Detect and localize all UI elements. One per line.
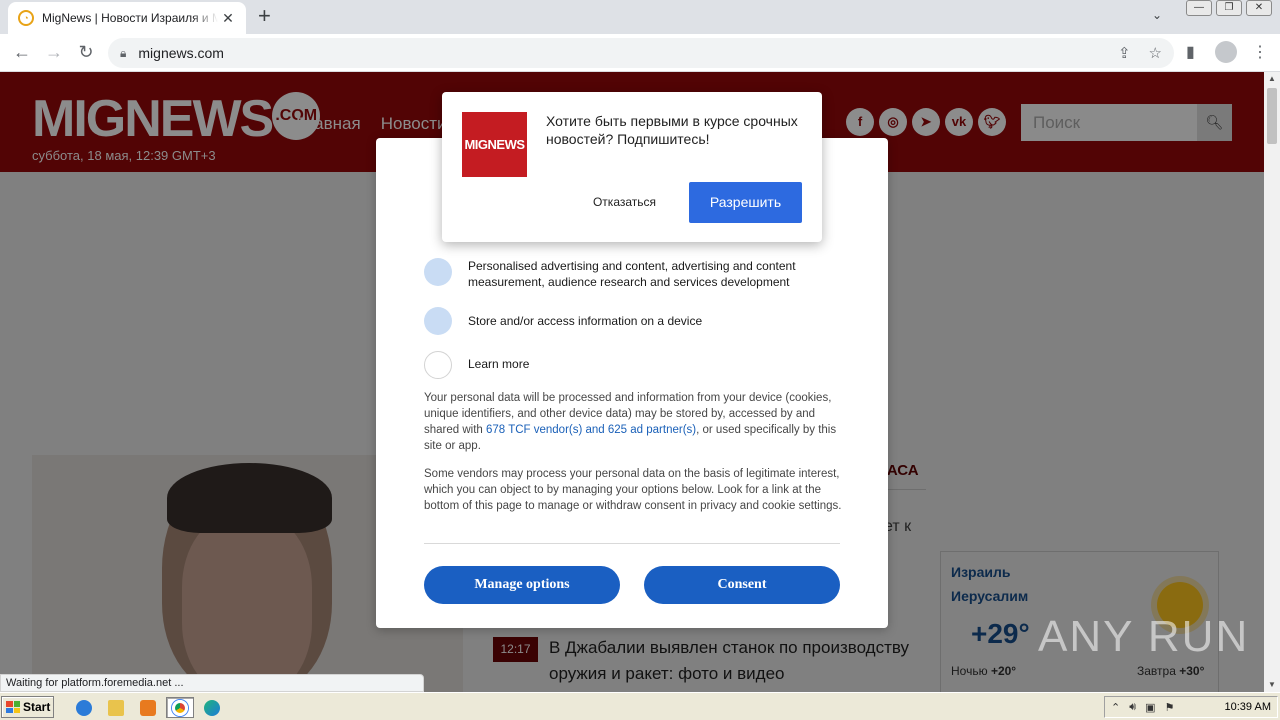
anyrun-watermark: ANY RUN	[1038, 612, 1250, 661]
tray-expand-icon[interactable]: ⌃	[1111, 701, 1120, 714]
tab-title: MigNews | Новости Израиля и Мира	[42, 11, 218, 25]
profile-avatar[interactable]	[1215, 41, 1237, 63]
purpose-icon	[424, 258, 452, 286]
purpose-item: Personalised advertising and content, ad…	[424, 258, 838, 290]
consent-paragraph-2: Some vendors may process your personal d…	[424, 468, 842, 512]
forward-arrow-icon[interactable]: →	[43, 42, 65, 62]
push-logo: MIGNEWS	[462, 112, 527, 177]
vendors-link[interactable]: 678 TCF vendor(s) and 625 ad partner(s)	[486, 424, 696, 436]
weather-city[interactable]: Иерусалим	[951, 588, 1028, 604]
push-message: Хотите быть первыми в курсе срочных ново…	[546, 113, 798, 147]
chrome-icon[interactable]	[166, 697, 194, 718]
clock[interactable]: 10:39 AM	[1225, 701, 1271, 713]
volume-icon[interactable]: 🔊︎	[1129, 701, 1136, 714]
main-menu: Главная Новости	[296, 114, 447, 134]
purpose-text: Personalised advertising and content, ad…	[468, 259, 796, 289]
push-subscribe-prompt: MIGNEWS Хотите быть первыми в курсе сроч…	[442, 92, 822, 242]
network-icon[interactable]: ▣	[1145, 701, 1155, 714]
consent-button[interactable]: Consent	[644, 566, 840, 604]
ie-icon[interactable]	[70, 697, 98, 718]
tomorrow-label: Завтра	[1137, 664, 1176, 678]
browser-toolbar: ← → ↻ 🔒︎ mignews.com ⇪ ☆ ▮ ⋮	[0, 34, 1280, 72]
search-icon[interactable]: 🔍︎	[1197, 104, 1232, 141]
page-scrollbar[interactable]: ▲ ▼	[1264, 72, 1280, 692]
night-label: Ночью	[951, 664, 988, 678]
night-temp: +20°	[990, 664, 1017, 678]
minimize-button[interactable]: —	[1186, 0, 1212, 16]
tab-close-icon[interactable]: ✕	[220, 10, 236, 27]
start-label: Start	[23, 700, 51, 714]
screen: ◔ MigNews | Новости Израиля и Мира ✕ + ⌄…	[0, 0, 1280, 720]
search-input[interactable]	[1021, 104, 1197, 141]
news-time: 12:17	[493, 637, 538, 662]
scroll-thumb[interactable]	[1267, 88, 1277, 144]
weather-temperature: +29°	[971, 618, 1030, 649]
close-window-button[interactable]: ✕	[1246, 0, 1272, 16]
scroll-up-icon[interactable]: ▲	[1264, 72, 1280, 86]
info-icon	[424, 351, 452, 379]
learn-more-link[interactable]: Learn more	[468, 351, 838, 372]
tab-search-chevron-icon[interactable]: ⌄	[1152, 8, 1162, 22]
learn-more-item[interactable]: Learn more	[424, 351, 838, 379]
menu-item-news[interactable]: Новости	[381, 114, 447, 134]
scroll-down-icon[interactable]: ▼	[1264, 678, 1280, 692]
telegram-icon[interactable]: ➤	[912, 108, 940, 136]
consent-divider	[424, 543, 840, 544]
restore-button[interactable]: ❐	[1216, 0, 1242, 16]
browser-tabbar: ◔ MigNews | Новости Израиля и Мира ✕ + ⌄…	[0, 0, 1280, 34]
purpose-text: Store and/or access information on a dev…	[468, 314, 703, 328]
action-center-flag-icon[interactable]: ⚑	[1165, 701, 1175, 714]
browser-tab[interactable]: ◔ MigNews | Новости Израиля и Мира ✕	[8, 2, 246, 34]
manage-options-button[interactable]: Manage options	[424, 566, 620, 604]
side-panel-icon[interactable]: ▮	[1186, 42, 1195, 62]
edge-icon[interactable]	[198, 697, 226, 718]
twitter-icon[interactable]: 🐦︎	[978, 108, 1006, 136]
news-title-fragment[interactable]: ет к	[884, 518, 911, 536]
window-controls: — ❐ ✕	[1186, 0, 1272, 16]
vk-icon[interactable]: vk	[945, 108, 973, 136]
bookmark-star-icon[interactable]: ☆	[1149, 44, 1162, 62]
photo-face	[182, 515, 312, 692]
weather-country[interactable]: Израиль	[951, 564, 1010, 580]
logo-text: MIGNEWS	[32, 90, 274, 148]
deny-button[interactable]: Отказаться	[592, 182, 657, 222]
site-logo[interactable]: MIGNEWS .COM	[32, 90, 321, 148]
news-title[interactable]: В Джабалии выявлен станок по производств…	[549, 635, 929, 687]
purpose-item: Store and/or access information on a dev…	[424, 307, 838, 335]
site-favicon-icon: ◔	[18, 10, 34, 26]
header-date: суббота, 18 мая, 12:39 GMT+3	[32, 148, 216, 163]
site-search: 🔍︎	[1021, 104, 1232, 141]
menu-item-home[interactable]: Главная	[296, 114, 361, 134]
url-text: mignews.com	[138, 45, 224, 61]
start-button[interactable]: Start	[1, 696, 54, 718]
tomorrow-temp: +30°	[1179, 664, 1205, 678]
media-player-icon[interactable]	[134, 697, 162, 718]
facebook-icon[interactable]: f	[846, 108, 874, 136]
photo-hair	[167, 463, 332, 533]
device-storage-icon	[424, 307, 452, 335]
taskbar: Start ⌃ 🔊︎ ▣ ⚑ 10:39 AM	[0, 692, 1280, 720]
allow-button[interactable]: Разрешить	[689, 182, 802, 223]
explorer-folder-icon[interactable]	[102, 697, 130, 718]
instagram-icon[interactable]: ◎	[879, 108, 907, 136]
weather-night: Ночью +20°	[951, 664, 1016, 678]
status-bar: Waiting for platform.foremedia.net ...	[0, 674, 424, 692]
address-bar[interactable]: 🔒︎ mignews.com ⇪ ☆	[108, 38, 1174, 68]
quick-launch	[70, 697, 226, 718]
social-links: f ◎ ➤ vk 🐦︎	[846, 108, 1006, 136]
new-tab-button[interactable]: +	[258, 5, 271, 27]
menu-kebab-icon[interactable]: ⋮	[1252, 42, 1268, 62]
share-icon[interactable]: ⇪	[1118, 44, 1131, 62]
reload-icon[interactable]: ↻	[75, 42, 97, 62]
system-tray: ⌃ 🔊︎ ▣ ⚑ 10:39 AM	[1104, 696, 1278, 718]
consent-paragraph-1: Your personal data will be processed and…	[424, 390, 842, 454]
weather-tomorrow: Завтра +30°	[1137, 664, 1204, 678]
back-arrow-icon[interactable]: ←	[11, 42, 33, 62]
windows-logo-icon	[6, 701, 20, 713]
lock-icon[interactable]: 🔒︎	[120, 46, 126, 61]
